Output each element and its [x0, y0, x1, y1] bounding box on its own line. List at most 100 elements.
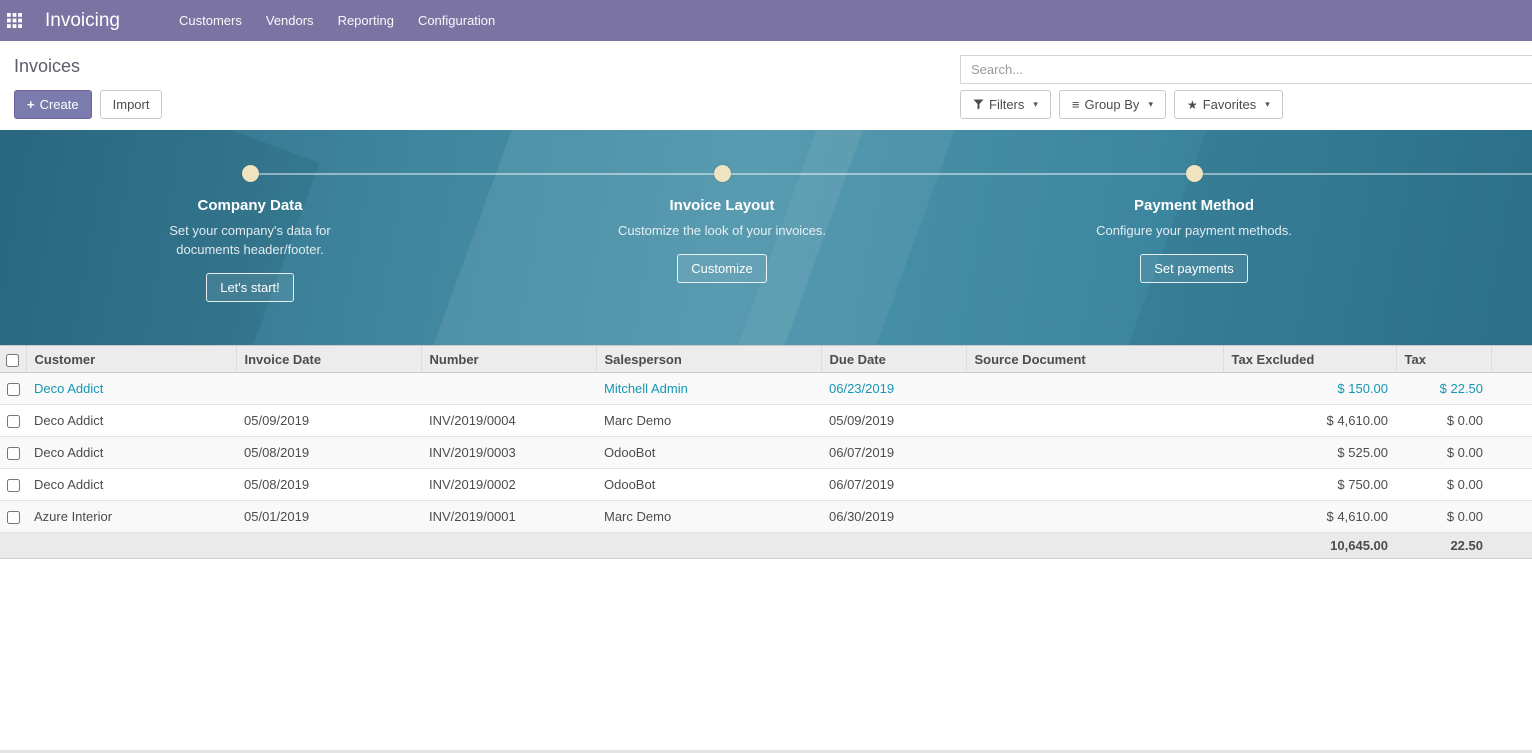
caret-down-icon: ▾: [1148, 99, 1153, 110]
customize-button[interactable]: Customize: [677, 254, 766, 283]
totals-spacer: [0, 533, 1223, 559]
cell-spacer: [1491, 373, 1532, 405]
filters-label: Filters: [989, 97, 1024, 112]
select-all-checkbox-cell: [0, 346, 26, 373]
row-checkbox[interactable]: [7, 447, 20, 460]
row-checkbox-cell: [0, 373, 26, 405]
filters-button[interactable]: Filters ▾: [960, 90, 1051, 119]
cell-spacer: [1491, 405, 1532, 437]
onboarding-step-company-data: Company Data Set your company's data for…: [100, 165, 400, 302]
cell-invoice-date: [236, 373, 421, 405]
cell-customer: Deco Addict: [26, 373, 236, 405]
row-checkbox[interactable]: [7, 415, 20, 428]
total-tax-excluded: 10,645.00: [1223, 533, 1396, 559]
column-header-customer[interactable]: Customer: [26, 346, 236, 373]
cell-due-date: 05/09/2019: [821, 405, 966, 437]
app-title[interactable]: Invoicing: [45, 10, 120, 32]
cell-source-document: [966, 373, 1223, 405]
menu-vendors[interactable]: Vendors: [264, 9, 316, 32]
cell-tax: $ 0.00: [1396, 437, 1491, 469]
caret-down-icon: ▾: [1033, 99, 1038, 110]
import-button[interactable]: Import: [100, 90, 163, 119]
cell-customer: Azure Interior: [26, 501, 236, 533]
totals-row: 10,645.00 22.50: [0, 533, 1532, 559]
cell-due-date: 06/23/2019: [821, 373, 966, 405]
column-header-source-document[interactable]: Source Document: [966, 346, 1223, 373]
step-title: Company Data: [197, 197, 302, 214]
cell-salesperson: OdooBot: [596, 469, 821, 501]
plus-icon: +: [27, 97, 35, 112]
create-button[interactable]: + Create: [14, 90, 92, 119]
apps-menu-button[interactable]: [0, 0, 45, 41]
menu-reporting[interactable]: Reporting: [336, 9, 396, 32]
cell-spacer: [1491, 533, 1532, 559]
cell-tax-excluded: $ 750.00: [1223, 469, 1396, 501]
step-description: Customize the look of your invoices.: [615, 221, 830, 240]
group-by-label: Group By: [1085, 97, 1140, 112]
cell-spacer: [1491, 501, 1532, 533]
column-header-spacer: [1491, 346, 1532, 373]
column-header-tax-excluded[interactable]: Tax Excluded: [1223, 346, 1396, 373]
row-checkbox[interactable]: [7, 383, 20, 396]
column-header-tax[interactable]: Tax: [1396, 346, 1491, 373]
search-area: Filters ▾ ≡ Group By ▾ ★ Favorites ▾: [960, 55, 1532, 119]
lets-start-button[interactable]: Let's start!: [206, 273, 294, 302]
column-header-invoice-date[interactable]: Invoice Date: [236, 346, 421, 373]
search-input[interactable]: [960, 55, 1532, 84]
cell-customer: Deco Addict: [26, 469, 236, 501]
favorites-button[interactable]: ★ Favorites ▾: [1174, 90, 1283, 119]
invoice-row[interactable]: Azure Interior 05/01/2019 INV/2019/0001 …: [0, 501, 1532, 533]
search-options: Filters ▾ ≡ Group By ▾ ★ Favorites ▾: [960, 90, 1532, 119]
filter-icon: [973, 99, 984, 110]
invoices-table: Customer Invoice Date Number Salesperson…: [0, 345, 1532, 559]
import-button-label: Import: [113, 97, 150, 112]
top-navbar: Invoicing Customers Vendors Reporting Co…: [0, 0, 1532, 41]
step-title: Payment Method: [1134, 197, 1254, 214]
invoice-row[interactable]: Deco Addict 05/08/2019 INV/2019/0003 Odo…: [0, 437, 1532, 469]
create-button-label: Create: [40, 97, 79, 112]
row-checkbox[interactable]: [7, 479, 20, 492]
cell-tax: $ 0.00: [1396, 501, 1491, 533]
step-title: Invoice Layout: [669, 197, 774, 214]
group-by-button[interactable]: ≡ Group By ▾: [1059, 90, 1166, 119]
onboarding-step-invoice-layout: Invoice Layout Customize the look of you…: [572, 165, 872, 283]
cell-invoice-date: 05/01/2019: [236, 501, 421, 533]
invoice-row[interactable]: Deco Addict Mitchell Admin 06/23/2019 $ …: [0, 373, 1532, 405]
column-header-salesperson[interactable]: Salesperson: [596, 346, 821, 373]
cell-salesperson: Marc Demo: [596, 405, 821, 437]
invoice-row[interactable]: Deco Addict 05/08/2019 INV/2019/0002 Odo…: [0, 469, 1532, 501]
cell-number: INV/2019/0002: [421, 469, 596, 501]
cell-number: [421, 373, 596, 405]
row-checkbox-cell: [0, 437, 26, 469]
row-checkbox-cell: [0, 405, 26, 437]
apps-grid-icon: [7, 13, 22, 28]
column-header-due-date[interactable]: Due Date: [821, 346, 966, 373]
caret-down-icon: ▾: [1265, 99, 1270, 110]
cell-tax-excluded: $ 525.00: [1223, 437, 1396, 469]
step-dot-icon: [242, 165, 259, 182]
menu-customers[interactable]: Customers: [177, 9, 244, 32]
favorites-label: Favorites: [1203, 97, 1256, 112]
invoice-row[interactable]: Deco Addict 05/09/2019 INV/2019/0004 Mar…: [0, 405, 1532, 437]
set-payments-button[interactable]: Set payments: [1140, 254, 1248, 283]
cell-source-document: [966, 405, 1223, 437]
cell-invoice-date: 05/09/2019: [236, 405, 421, 437]
select-all-checkbox[interactable]: [6, 354, 19, 367]
cell-source-document: [966, 437, 1223, 469]
row-checkbox-cell: [0, 469, 26, 501]
column-header-number[interactable]: Number: [421, 346, 596, 373]
menu-configuration[interactable]: Configuration: [416, 9, 497, 32]
page-title: Invoices: [14, 56, 80, 77]
cell-tax: $ 0.00: [1396, 405, 1491, 437]
cell-source-document: [966, 469, 1223, 501]
onboarding-step-payment-method: Payment Method Configure your payment me…: [1044, 165, 1344, 283]
table-header-row: Customer Invoice Date Number Salesperson…: [0, 346, 1532, 373]
cell-due-date: 06/30/2019: [821, 501, 966, 533]
step-dot-icon: [714, 165, 731, 182]
row-checkbox[interactable]: [7, 511, 20, 524]
cell-number: INV/2019/0001: [421, 501, 596, 533]
star-icon: ★: [1187, 98, 1198, 112]
action-buttons: + Create Import: [14, 90, 162, 119]
cell-number: INV/2019/0004: [421, 405, 596, 437]
step-description: Configure your payment methods.: [1087, 221, 1302, 240]
